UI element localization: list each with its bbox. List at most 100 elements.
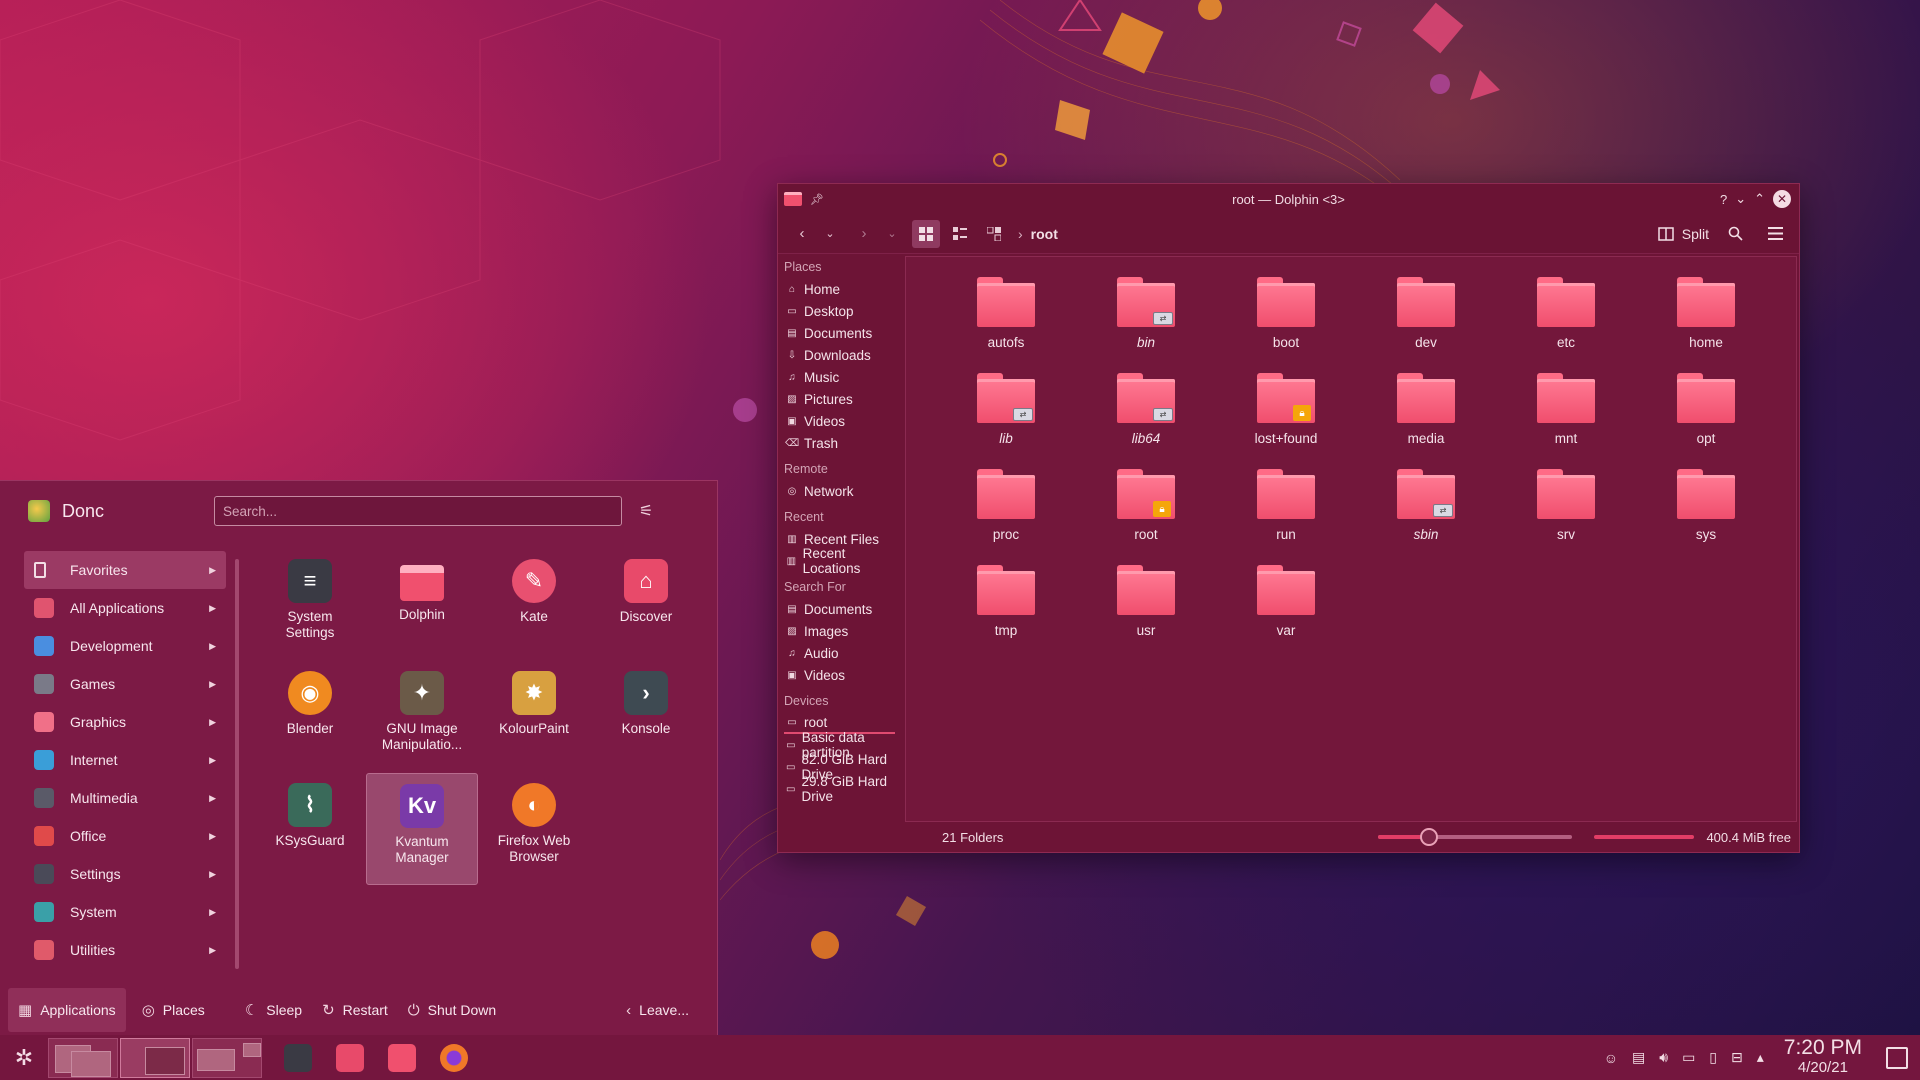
places-item[interactable]: ▭ 29.8 GiB Hard Drive [784, 774, 895, 804]
folder-item[interactable]: 🔒︎ root [1076, 463, 1216, 559]
taskbar-discover[interactable] [324, 1038, 376, 1078]
network-icon[interactable]: ⊟ [1731, 1049, 1743, 1066]
search-input[interactable] [214, 496, 623, 526]
maximize-button[interactable]: ⌃ [1754, 191, 1765, 207]
folder-item[interactable]: var [1216, 559, 1356, 655]
configure-icon[interactable]: ⚟ [634, 499, 658, 523]
app-tile[interactable]: ◉ Blender [254, 661, 366, 773]
digital-clock[interactable]: 7:20 PM 4/20/21 [1784, 1037, 1862, 1078]
pin-icon[interactable]: 📌︎ [810, 193, 824, 206]
category-item[interactable]: Multimedia ▶ [24, 779, 226, 817]
split-button[interactable]: Split [1658, 226, 1709, 242]
sleep-button[interactable]: ☾ Sleep [235, 988, 312, 1032]
app-tile[interactable]: ✎ Kate [478, 549, 590, 661]
minimize-button[interactable]: ⌄ [1735, 191, 1746, 207]
app-tile[interactable]: Dolphin [366, 549, 478, 661]
category-item[interactable]: Settings ▶ [24, 855, 226, 893]
app-tile[interactable]: ⌂ Discover [590, 549, 702, 661]
folder-item[interactable]: dev [1356, 271, 1496, 367]
folder-item[interactable]: run [1216, 463, 1356, 559]
places-item[interactable]: ▤ Documents [784, 598, 895, 620]
folder-item[interactable]: 🔒︎ lost+found [1216, 367, 1356, 463]
places-item[interactable]: ▥ Recent Locations [784, 546, 895, 576]
category-item[interactable]: Utilities ▶ [24, 931, 226, 969]
battery-icon[interactable]: ▯ [1709, 1049, 1717, 1066]
back-button[interactable]: ‹ [788, 220, 816, 248]
places-item[interactable]: ▨ Images [784, 620, 895, 642]
app-tile[interactable]: › Konsole [590, 661, 702, 773]
folder-item[interactable]: usr [1076, 559, 1216, 655]
folder-item[interactable]: opt [1636, 367, 1776, 463]
places-item[interactable]: ▣ Videos [784, 410, 895, 432]
breadcrumb-root[interactable]: root [1031, 226, 1058, 242]
close-button[interactable]: ✕ [1773, 190, 1791, 208]
clipboard-icon[interactable]: ▤ [1632, 1049, 1645, 1066]
app-tile[interactable]: ✸ KolourPaint [478, 661, 590, 773]
folder-item[interactable]: ⇄ lib64 [1076, 367, 1216, 463]
user-avatar[interactable] [28, 500, 50, 522]
display-icon[interactable]: ▭ [1682, 1049, 1695, 1066]
folder-item[interactable]: home [1636, 271, 1776, 367]
taskbar-dolphin[interactable] [376, 1038, 428, 1078]
taskbar-firefox[interactable] [428, 1038, 480, 1078]
app-tile[interactable]: ≡ System Settings [254, 549, 366, 661]
search-button[interactable] [1721, 220, 1749, 248]
folder-item[interactable]: ⇄ sbin [1356, 463, 1496, 559]
leave-button[interactable]: ‹ Leave... [616, 988, 699, 1032]
places-item[interactable]: ♫ Music [784, 366, 895, 388]
folder-item[interactable]: ⇄ lib [936, 367, 1076, 463]
places-item[interactable]: ⌫ Trash [784, 432, 895, 454]
hamburger-menu-button[interactable] [1761, 220, 1789, 248]
category-item[interactable]: Development ▶ [24, 627, 226, 665]
category-scrollbar[interactable] [235, 559, 239, 969]
app-tile[interactable]: ✦ GNU Image Manipulatio... [366, 661, 478, 773]
places-tab[interactable]: ◎ Places [132, 988, 215, 1032]
places-item[interactable]: ▨ Pictures [784, 388, 895, 410]
tray-expand-icon[interactable]: ▴ [1757, 1049, 1764, 1066]
places-item[interactable]: ⇩ Downloads [784, 344, 895, 366]
restart-button[interactable]: ↻ Restart [312, 988, 398, 1032]
category-item[interactable]: Favorites ▶ [24, 551, 226, 589]
zoom-slider-handle[interactable] [1419, 828, 1438, 846]
icons-view-button[interactable] [912, 219, 940, 248]
places-item[interactable]: ◎ Network [784, 480, 895, 502]
app-tile[interactable]: ⌇ KSysGuard [254, 773, 366, 885]
app-tile[interactable]: Kv Kvantum Manager [366, 773, 478, 885]
zoom-slider[interactable] [1378, 828, 1573, 846]
application-launcher-button[interactable]: ✲ [6, 1038, 42, 1078]
places-item[interactable]: ▭ Desktop [784, 300, 895, 322]
category-item[interactable]: Office ▶ [24, 817, 226, 855]
show-desktop-button[interactable] [1886, 1046, 1908, 1069]
window-titlebar[interactable]: 📌︎ root — Dolphin <3> ? ⌄ ⌃ ✕ [778, 184, 1799, 214]
accessibility-icon[interactable]: ☺ [1604, 1050, 1618, 1066]
desktop-1[interactable] [48, 1037, 118, 1078]
desktop-3[interactable] [192, 1037, 262, 1078]
folder-item[interactable]: mnt [1496, 367, 1636, 463]
places-item[interactable]: ♫ Audio [784, 642, 895, 664]
desktop-2[interactable] [120, 1037, 190, 1078]
file-view[interactable]: autofs ⇄ bin boot dev etc home ⇄ lib ⇄ lib64 🔒︎ lost… [905, 256, 1797, 822]
app-tile[interactable]: ◐ Firefox Web Browser [478, 773, 590, 885]
category-item[interactable]: Internet ▶ [24, 741, 226, 779]
compact-view-button[interactable] [946, 220, 974, 248]
details-view-button[interactable] [980, 220, 1008, 248]
folder-item[interactable]: media [1356, 367, 1496, 463]
taskbar-system-settings[interactable] [272, 1038, 324, 1078]
category-item[interactable]: System ▶ [24, 893, 226, 931]
category-item[interactable]: Graphics ▶ [24, 703, 226, 741]
places-item[interactable]: ▣ Videos [784, 664, 895, 686]
folder-item[interactable]: srv [1496, 463, 1636, 559]
category-item[interactable]: All Applications ▶ [24, 589, 226, 627]
folder-item[interactable]: sys [1636, 463, 1776, 559]
folder-item[interactable]: autofs [936, 271, 1076, 367]
folder-item[interactable]: proc [936, 463, 1076, 559]
applications-tab[interactable]: ▦ Applications [8, 988, 126, 1032]
places-item[interactable]: ⌂ Home [784, 278, 895, 300]
folder-item[interactable]: etc [1496, 271, 1636, 367]
volume-icon[interactable]: 🔊︎ [1659, 1049, 1668, 1066]
help-button[interactable]: ? [1720, 192, 1727, 207]
folder-item[interactable]: tmp [936, 559, 1076, 655]
shutdown-button[interactable]: ⏻ Shut Down [398, 988, 506, 1032]
forward-button[interactable]: › [850, 220, 878, 248]
folder-item[interactable]: boot [1216, 271, 1356, 367]
